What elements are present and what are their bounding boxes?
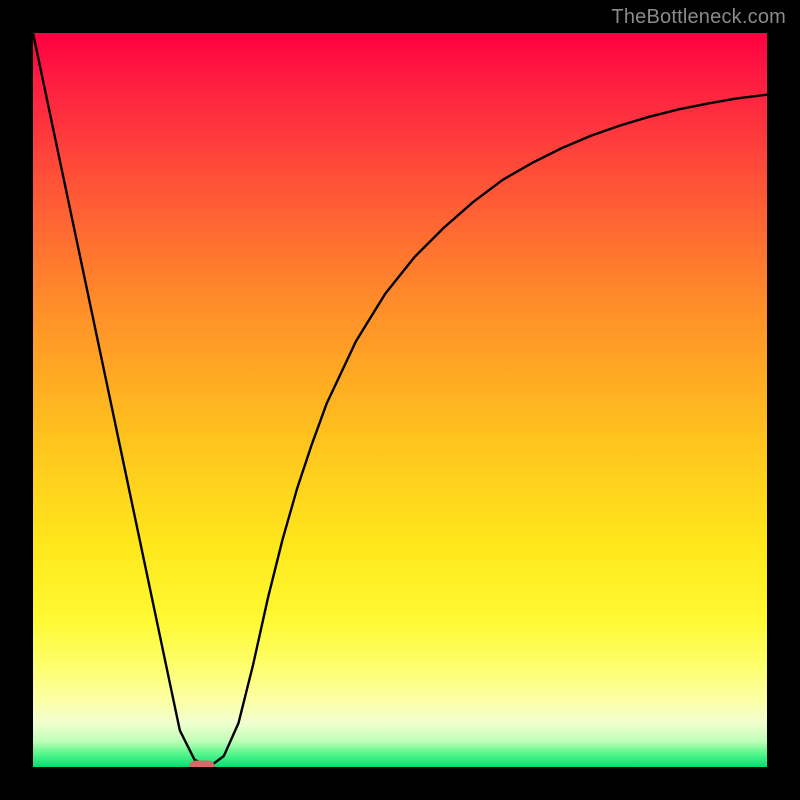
bottleneck-marker [189, 761, 215, 768]
plot-area [33, 33, 767, 767]
bottleneck-curve [33, 33, 767, 767]
chart-frame: TheBottleneck.com [0, 0, 800, 800]
watermark-text: TheBottleneck.com [611, 6, 786, 29]
